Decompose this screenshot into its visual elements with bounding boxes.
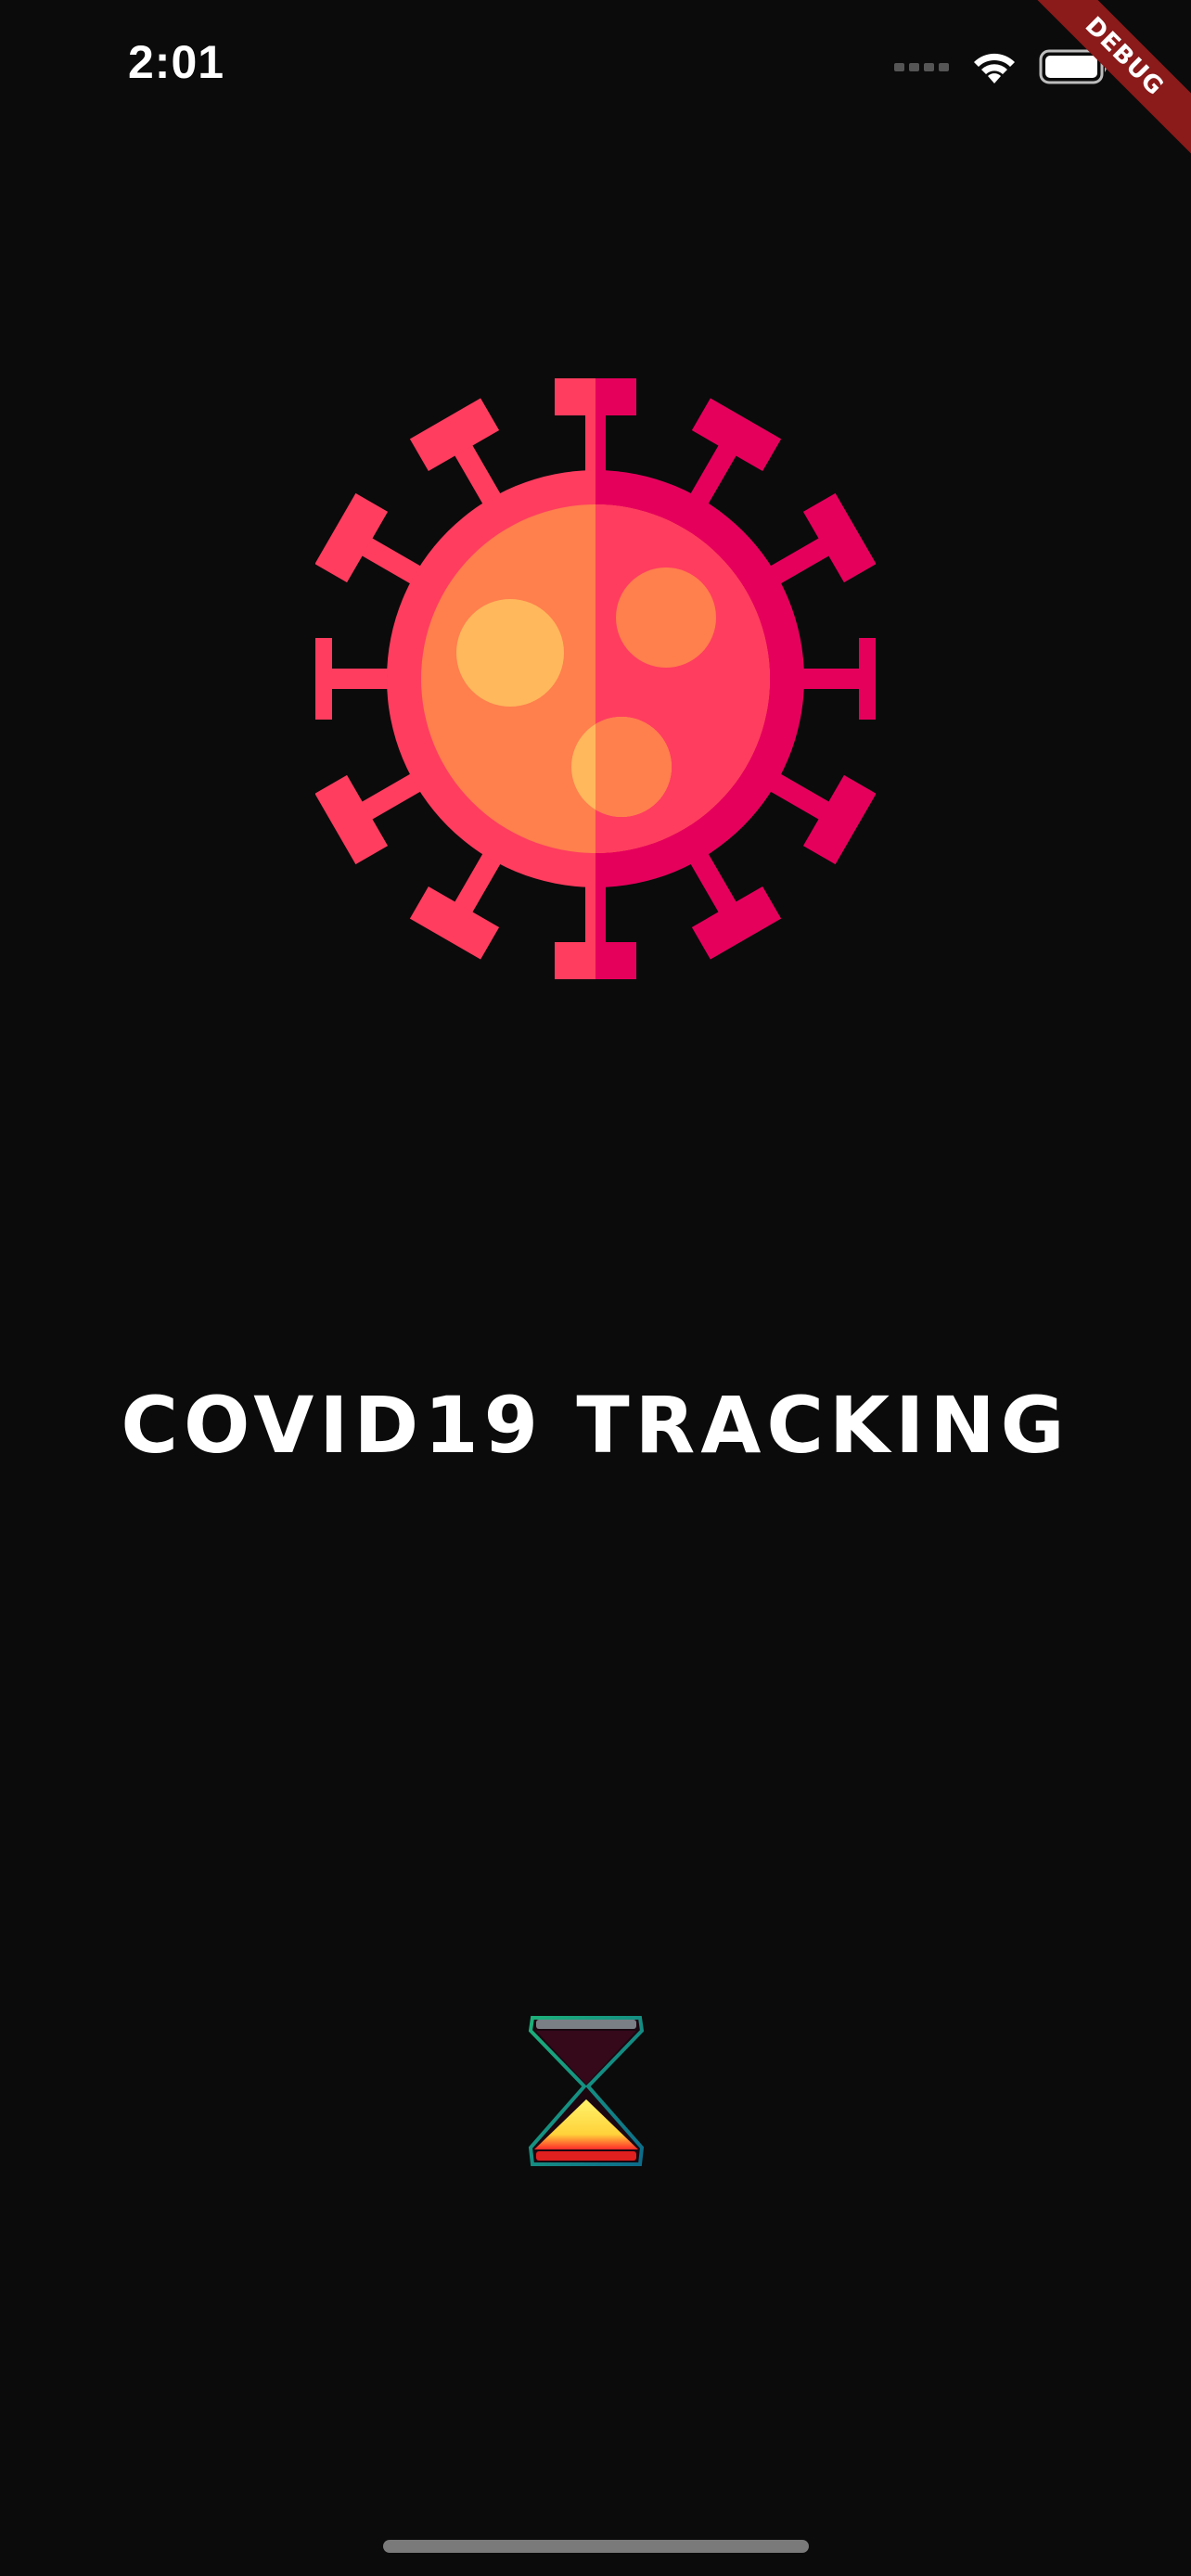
wifi-icon [974,53,1015,83]
app-title: COVID19 TRACKING [121,1380,1070,1471]
virus-icon [315,378,876,979]
signal-icon [894,63,949,71]
status-time: 2:01 [128,36,225,88]
home-indicator[interactable] [383,2540,809,2553]
hourglass-icon [528,2016,645,2166]
status-bar: 2:01 [0,0,1191,130]
debug-label: DEBUG [1015,0,1191,171]
debug-banner: DEBUG [1015,0,1191,176]
